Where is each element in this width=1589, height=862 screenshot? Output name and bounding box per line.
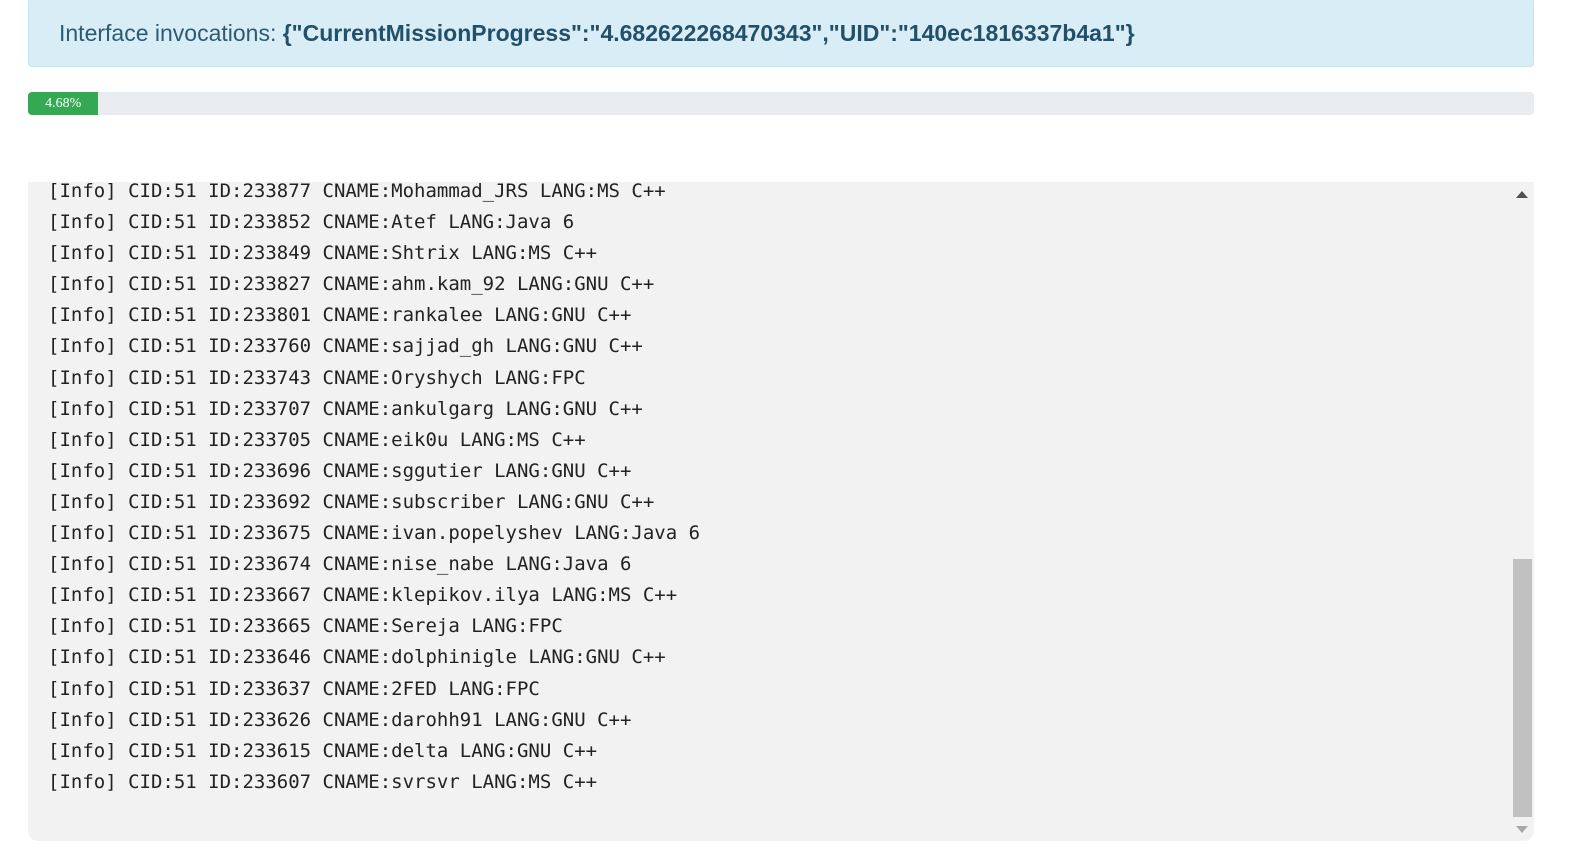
log-line: [Info] CID:51 ID:233607 CNAME:svrsvr LAN… bbox=[48, 770, 598, 793]
log-line: [Info] CID:51 ID:233760 CNAME:sajjad_gh … bbox=[48, 335, 643, 358]
log-line: [Info] CID:51 ID:233852 CNAME:Atef LANG:… bbox=[48, 211, 575, 234]
log-line: [Info] CID:51 ID:233705 CNAME:eik0u LANG… bbox=[48, 428, 586, 451]
invocation-label: Interface invocations: bbox=[59, 20, 283, 46]
scrollbar-thumb[interactable] bbox=[1513, 559, 1532, 817]
log-line: [Info] CID:51 ID:233626 CNAME:darohh91 L… bbox=[48, 708, 632, 731]
invocation-payload: {"CurrentMissionProgress":"4.68262226847… bbox=[282, 20, 1135, 46]
mission-progress: 4.68% bbox=[28, 92, 1534, 115]
log-line: [Info] CID:51 ID:233707 CNAME:ankulgarg … bbox=[48, 397, 643, 420]
log-line: [Info] CID:51 ID:233801 CNAME:rankalee L… bbox=[48, 304, 632, 327]
arrow-down-icon[interactable] bbox=[1516, 826, 1528, 833]
log-panel[interactable]: [Info] CID:51 ID:233877 CNAME:Mohammad_J… bbox=[28, 182, 1534, 841]
log-line: [Info] CID:51 ID:233849 CNAME:Shtrix LAN… bbox=[48, 242, 598, 265]
log-list: [Info] CID:51 ID:233877 CNAME:Mohammad_J… bbox=[48, 182, 700, 798]
log-line: [Info] CID:51 ID:233637 CNAME:2FED LANG:… bbox=[48, 677, 540, 700]
log-line: [Info] CID:51 ID:233674 CNAME:nise_nabe … bbox=[48, 553, 632, 576]
log-line: [Info] CID:51 ID:233743 CNAME:Oryshych L… bbox=[48, 366, 586, 389]
progress-bar: 4.68% bbox=[28, 92, 99, 115]
log-line: [Info] CID:51 ID:233696 CNAME:sggutier L… bbox=[48, 459, 632, 482]
log-line: [Info] CID:51 ID:233667 CNAME:klepikov.i… bbox=[48, 584, 678, 607]
log-line: [Info] CID:51 ID:233665 CNAME:Sereja LAN… bbox=[48, 615, 563, 638]
invocation-alert: Interface invocations: {"CurrentMissionP… bbox=[28, 0, 1534, 67]
log-line: [Info] CID:51 ID:233692 CNAME:subscriber… bbox=[48, 490, 655, 513]
log-scrollbar[interactable] bbox=[1512, 182, 1532, 841]
log-line: [Info] CID:51 ID:233675 CNAME:ivan.popel… bbox=[48, 522, 701, 545]
log-line: [Info] CID:51 ID:233877 CNAME:Mohammad_J… bbox=[48, 182, 666, 202]
log-line: [Info] CID:51 ID:233615 CNAME:delta LANG… bbox=[48, 739, 598, 762]
invocation-text: Interface invocations: {"CurrentMissionP… bbox=[59, 20, 1135, 47]
log-line: [Info] CID:51 ID:233827 CNAME:ahm.kam_92… bbox=[48, 273, 655, 296]
arrow-up-icon[interactable] bbox=[1516, 191, 1528, 198]
log-line: [Info] CID:51 ID:233646 CNAME:dolphinigl… bbox=[48, 646, 666, 669]
